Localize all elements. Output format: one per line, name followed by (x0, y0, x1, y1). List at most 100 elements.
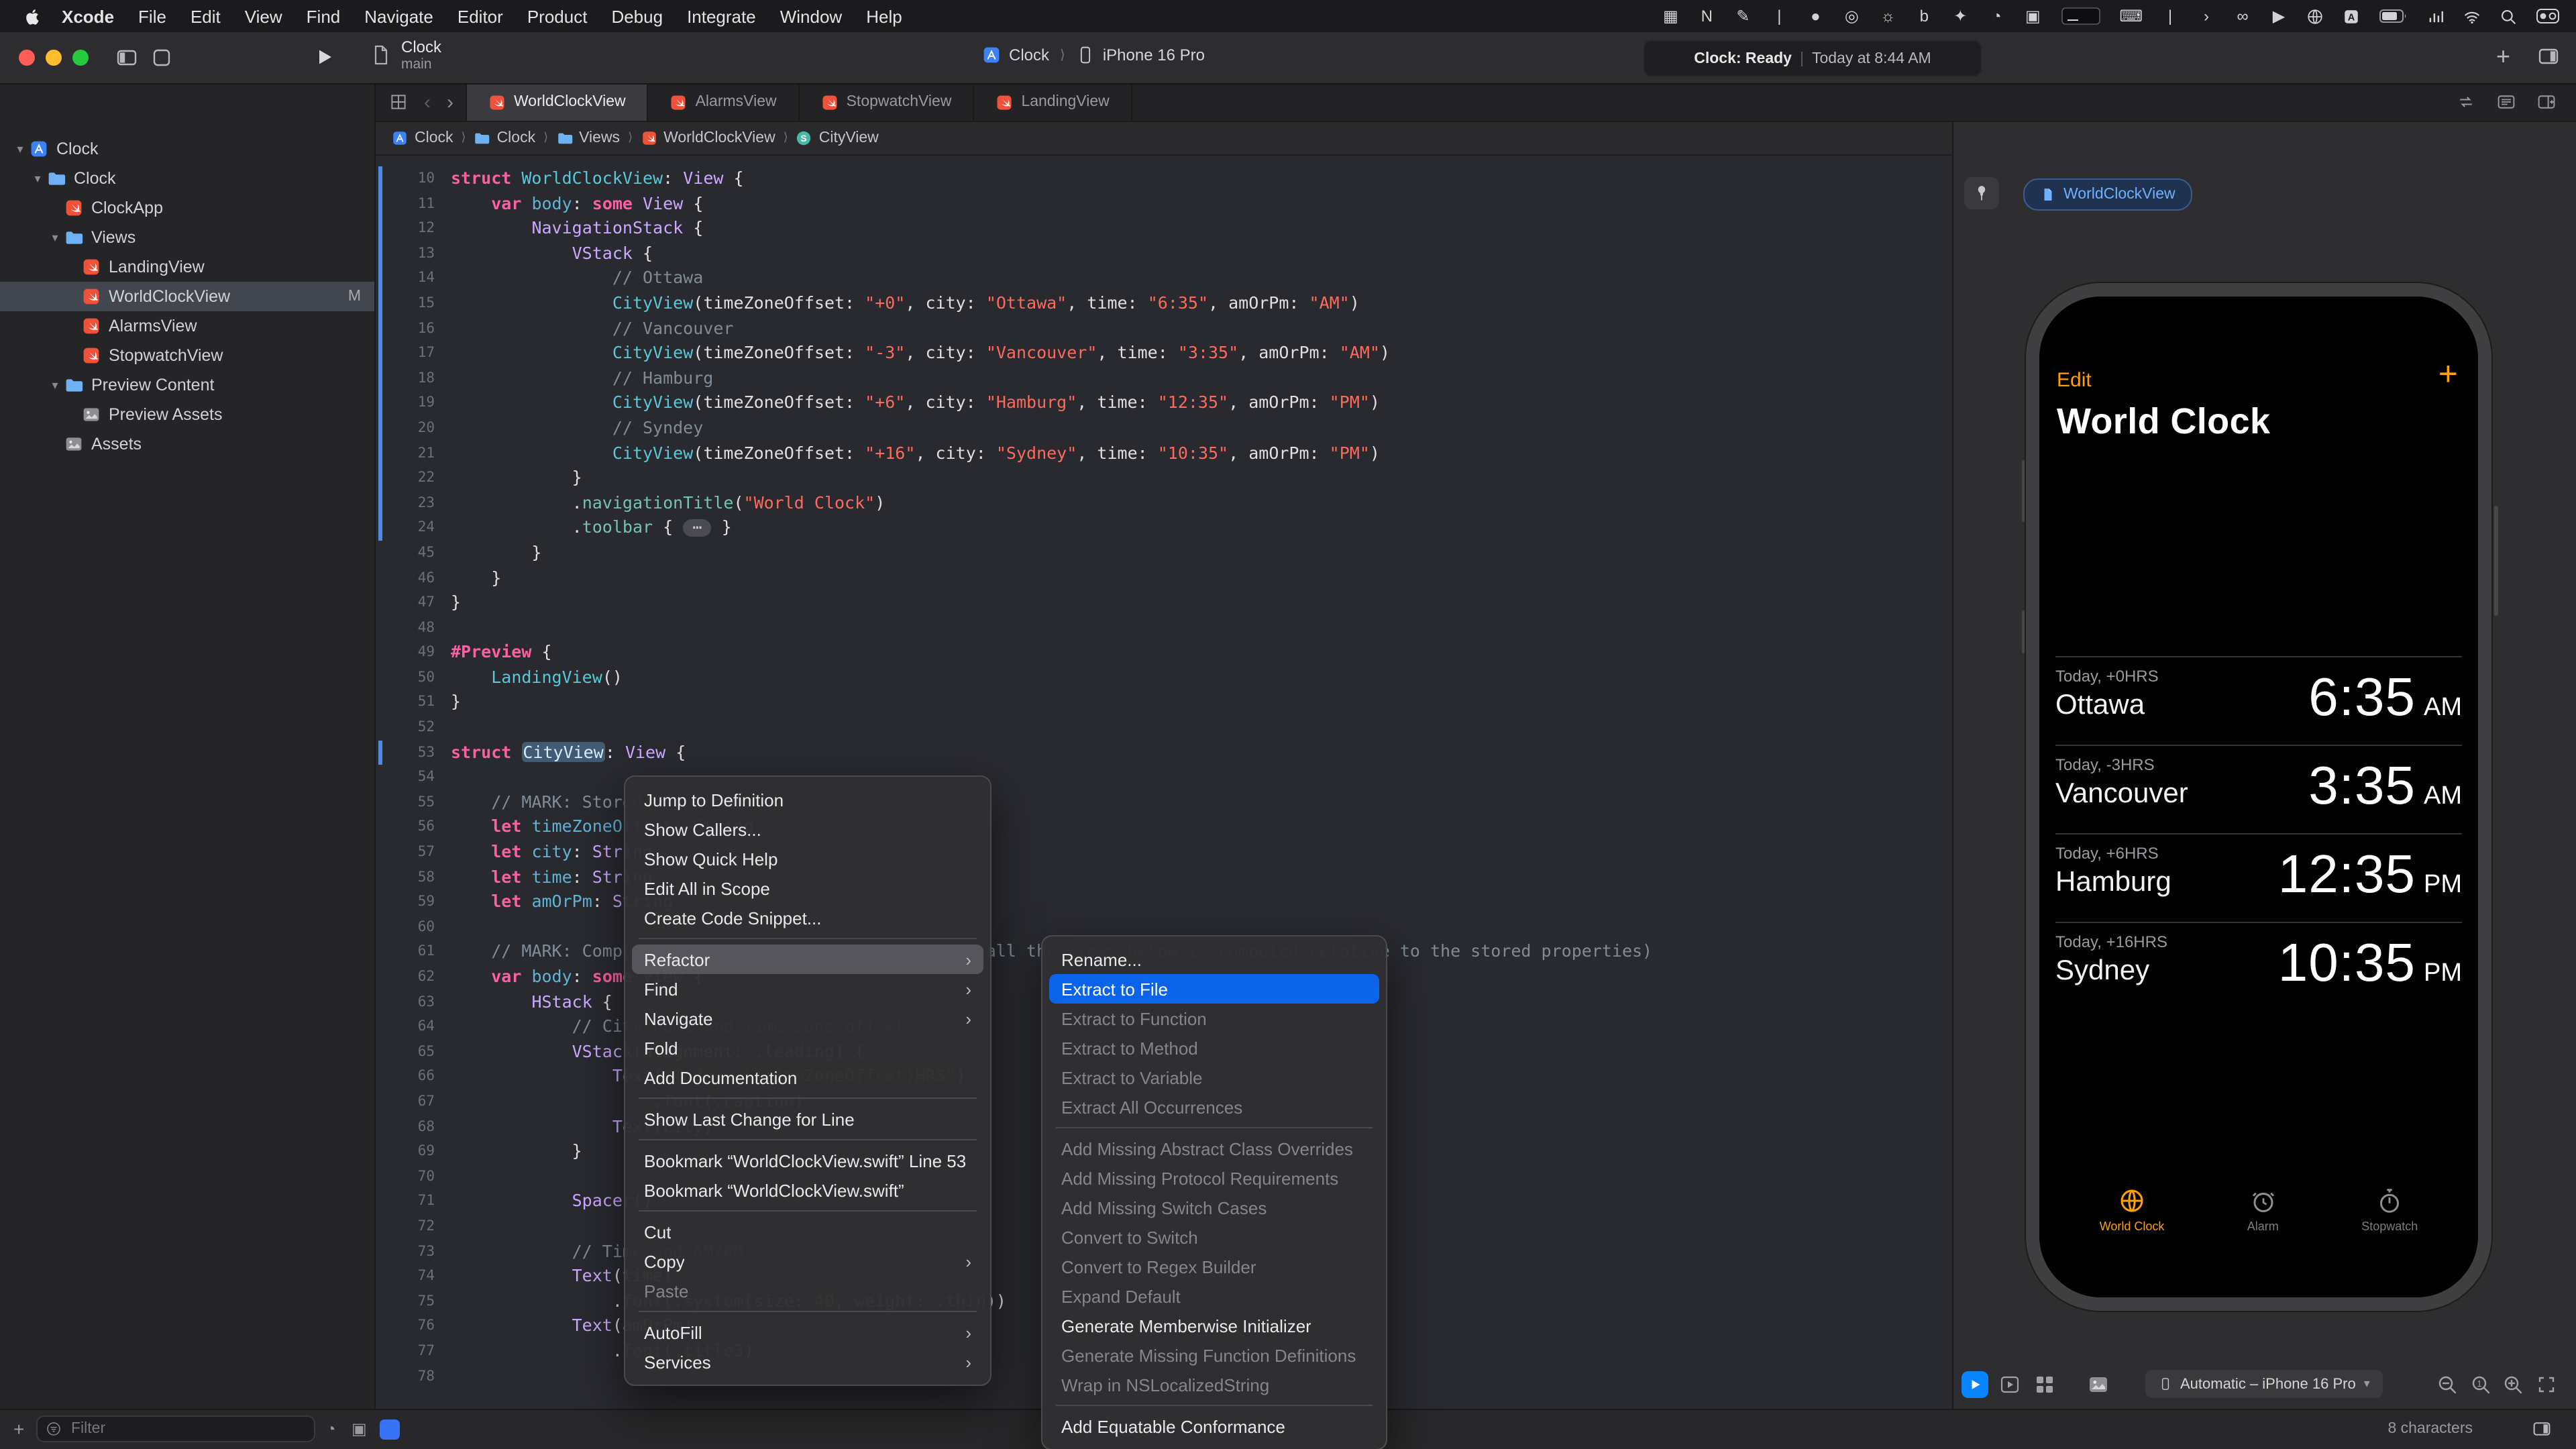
tab-alarmsview[interactable]: AlarmsView (647, 83, 800, 121)
zoom-in-icon[interactable] (2502, 1374, 2524, 1395)
add-file-button[interactable]: + (13, 1418, 24, 1440)
bottom-panel-toggle-icon[interactable] (2532, 1419, 2552, 1438)
breadcrumb-item-views[interactable]: Views (556, 129, 620, 146)
drop-icon[interactable]: ● (1807, 5, 1824, 27)
preview-tab-alarm[interactable]: Alarm (2247, 1187, 2279, 1233)
city-row-ottawa[interactable]: Today, +0HRSOttawa6:35AM (2055, 656, 2462, 745)
input-source-icon[interactable]: A (2343, 5, 2360, 27)
battery-icon[interactable] (2379, 5, 2408, 27)
sidebar-item-preview-content[interactable]: ▾Preview Content (0, 370, 374, 400)
recent-files-icon[interactable]: ◔ (326, 1419, 336, 1438)
menubar-item-window[interactable]: Window (780, 6, 843, 26)
menu-item-extract-to-file[interactable]: Extract to File (1049, 974, 1379, 1004)
close-window-button[interactable] (19, 50, 35, 66)
tab-landingview[interactable]: LandingView (973, 83, 1132, 121)
menu-item-rename[interactable]: Rename... (1049, 945, 1379, 974)
sidebar-item-worldclockview[interactable]: WorldClockViewM (0, 282, 374, 311)
code-fold-chip[interactable]: ⋯ (683, 520, 711, 537)
menu-item-services[interactable]: Services› (632, 1347, 983, 1377)
record-icon[interactable]: ◎ (1843, 5, 1860, 27)
zoom-actual-size-icon[interactable]: 1 (2470, 1374, 2491, 1395)
preview-tab-world-clock[interactable]: World Clock (2100, 1187, 2165, 1233)
breakpoint-indicator-icon[interactable] (380, 1419, 400, 1440)
divider2-icon[interactable]: | (2161, 5, 2179, 27)
city-row-hamburg[interactable]: Today, +6HRSHamburg12:35PM (2055, 833, 2462, 922)
menu-item-jump-to-definition[interactable]: Jump to Definition (632, 785, 983, 814)
b-app-icon[interactable]: b (1915, 5, 1933, 27)
preview-variants-icon[interactable] (1999, 1374, 2021, 1395)
preview-add-button[interactable]: + (2438, 356, 2458, 394)
toggle-navigator-icon[interactable] (115, 47, 138, 68)
add-tab-button[interactable]: + (2496, 46, 2510, 67)
sidebar-item-clock[interactable]: ▾Clock (0, 164, 374, 193)
menubar-item-edit[interactable]: Edit (191, 6, 221, 26)
minimize-window-button[interactable] (46, 50, 62, 66)
launcher-icon[interactable]: ▶ (2270, 5, 2288, 27)
preview-device-picker[interactable]: Automatic – iPhone 16 Pro ▾ (2145, 1370, 2383, 1398)
preview-tab-stopwatch[interactable]: Stopwatch (2361, 1187, 2418, 1233)
chevron-extra-icon[interactable]: › (2198, 5, 2215, 27)
breadcrumb-item-clock[interactable]: Clock (392, 129, 453, 146)
menubar-item-file[interactable]: File (138, 6, 166, 26)
breadcrumb-item-cityview[interactable]: SCityView (796, 129, 879, 146)
related-items-grid-icon[interactable] (389, 93, 408, 111)
disclosure-chevron-icon[interactable]: ▾ (46, 230, 64, 245)
menubar-item-debug[interactable]: Debug (611, 6, 663, 26)
menu-item-add-equatable-conformance[interactable]: Add Equatable Conformance (1049, 1411, 1379, 1441)
divider-icon[interactable]: | (1770, 5, 1788, 27)
menu-item-find[interactable]: Find› (632, 974, 983, 1004)
menubar-item-find[interactable]: Find (307, 6, 341, 26)
apple-menu-icon[interactable] (24, 6, 42, 26)
menu-item-show-quick-help[interactable]: Show Quick Help (632, 844, 983, 873)
menu-item-show-callers[interactable]: Show Callers... (632, 814, 983, 844)
menubar-item-editor[interactable]: Editor (458, 6, 503, 26)
menu-item-navigate[interactable]: Navigate› (632, 1004, 983, 1033)
menubar-item-navigate[interactable]: Navigate (364, 6, 433, 26)
sidebar-item-stopwatchview[interactable]: StopwatchView (0, 341, 374, 370)
menubar-item-view[interactable]: View (245, 6, 282, 26)
forward-icon[interactable]: › (447, 92, 453, 112)
sidebar-item-views[interactable]: ▾Views (0, 223, 374, 252)
infinity-icon[interactable]: ∞ (2234, 5, 2251, 27)
menubar-item-help[interactable]: Help (866, 6, 902, 26)
menu-item-refactor[interactable]: Refactor› (632, 945, 983, 974)
sidebar-item-clock[interactable]: ▾Clock (0, 134, 374, 164)
sidebar-item-assets[interactable]: Assets (0, 429, 374, 459)
menu-item-autofill[interactable]: AutoFill› (632, 1318, 983, 1347)
menubar-item-xcode[interactable]: Xcode (62, 6, 114, 26)
tab-stopwatchview[interactable]: StopwatchView (798, 83, 975, 121)
window-manager-icon[interactable]: ▦ (1662, 5, 1679, 27)
breadcrumb-item-worldclockview[interactable]: WorldClockView (641, 129, 775, 146)
navigator-filter[interactable] (36, 1415, 315, 1442)
breadcrumb-item-clock[interactable]: Clock (474, 129, 536, 146)
activity-project[interactable]: Clock main (370, 38, 441, 72)
menubar-item-product[interactable]: Product (527, 6, 588, 26)
sidebar-item-alarmsview[interactable]: AlarmsView (0, 311, 374, 341)
live-preview-button[interactable] (1962, 1371, 1988, 1398)
menu-item-generate-memberwise-initializer[interactable]: Generate Memberwise Initializer (1049, 1311, 1379, 1340)
notion-icon[interactable]: N (1698, 5, 1715, 27)
disclosure-chevron-icon[interactable]: ▾ (11, 142, 30, 156)
clock-menu-icon[interactable]: ◔ (1988, 5, 2005, 27)
back-icon[interactable]: ‹ (424, 92, 431, 112)
screen-capture-icon[interactable] (2060, 5, 2100, 27)
device-settings-icon[interactable] (2034, 1374, 2055, 1395)
sidebar-item-preview-assets[interactable]: Preview Assets (0, 400, 374, 429)
menubar-item-integrate[interactable]: Integrate (687, 6, 756, 26)
globe-menu-icon[interactable] (2306, 5, 2324, 27)
adjust-editor-options-icon[interactable] (2496, 93, 2517, 111)
run-destination[interactable]: iPhone 16 Pro (1103, 46, 1205, 64)
spotlight-icon[interactable] (2500, 5, 2517, 27)
scm-status-icon[interactable]: ▣ (352, 1419, 367, 1438)
sparkle-icon[interactable]: ✦ (1951, 5, 1969, 27)
city-row-vancouver[interactable]: Today, -3HRSVancouver3:35AM (2055, 745, 2462, 833)
stats-icon[interactable] (2427, 5, 2445, 27)
sidebar-item-landingview[interactable]: LandingView (0, 252, 374, 282)
city-row-sydney[interactable]: Today, +16HRSSydney10:35PM (2055, 922, 2462, 1010)
disclosure-chevron-icon[interactable]: ▾ (28, 171, 47, 186)
pen-icon[interactable]: ✎ (1734, 5, 1752, 27)
menu-item-fold[interactable]: Fold (632, 1033, 983, 1063)
menu-item-edit-all-in-scope[interactable]: Edit All in Scope (632, 873, 983, 903)
zoom-out-icon[interactable] (2436, 1374, 2458, 1395)
disclosure-chevron-icon[interactable]: ▾ (46, 378, 64, 392)
